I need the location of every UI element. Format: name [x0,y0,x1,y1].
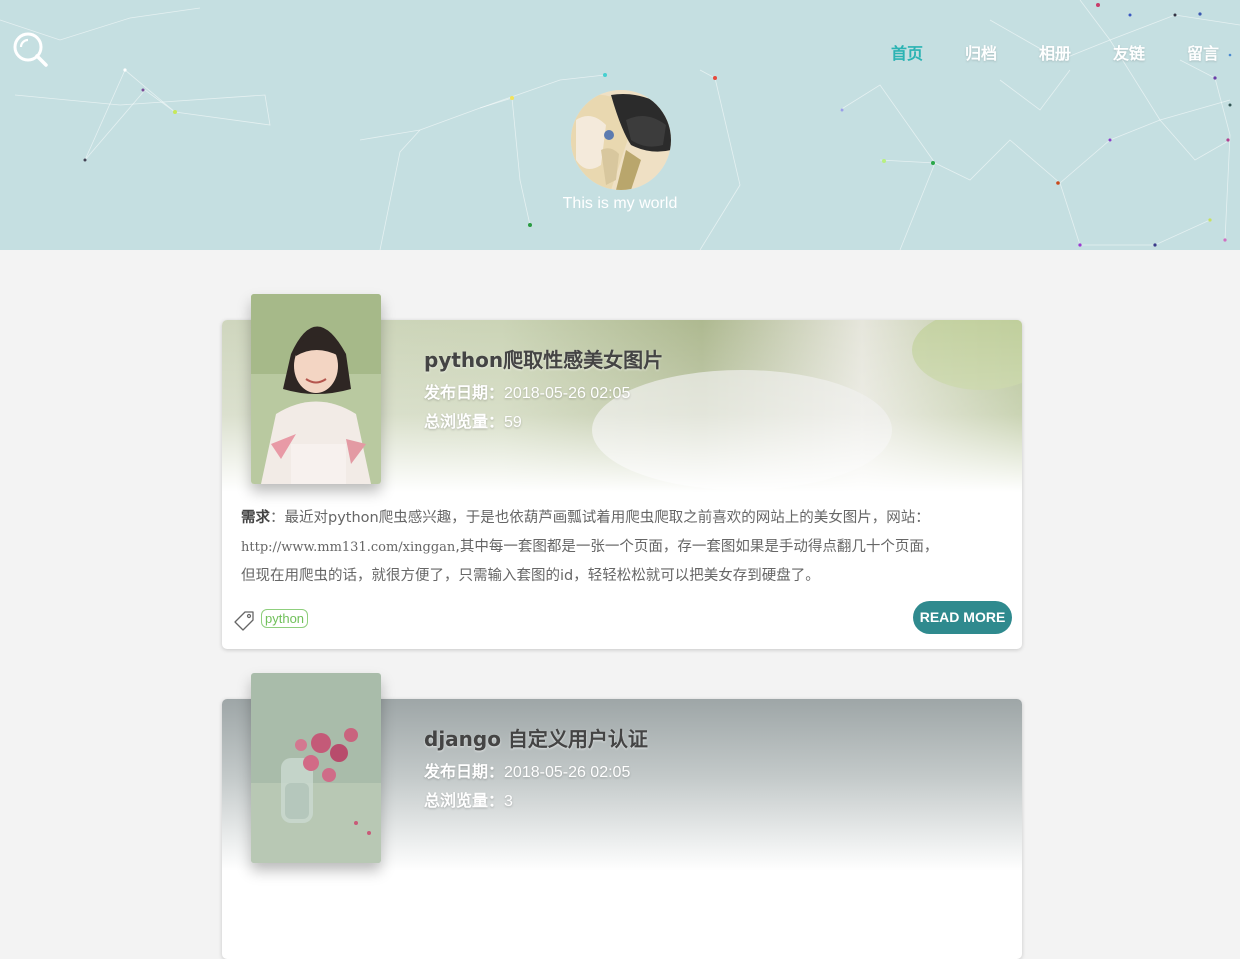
post-views-label: 总浏览量： [424,412,505,431]
excerpt-url: http://www.mm131.com/xinggan [241,539,456,555]
post-card: python爬取性感美女图片 发布日期：2018-05-26 02:05 总浏览… [222,294,1022,649]
nav-item-home[interactable]: 首页 [870,40,944,63]
post-views: 总浏览量：3 [424,787,513,811]
excerpt-bold: 需求 [241,510,270,526]
post-card: django 自定义用户认证 发布日期：2018-05-26 02:05 总浏览… [222,673,1022,959]
nav-item-archive[interactable]: 归档 [944,40,1018,63]
excerpt-line: 需求：最近对python爬虫感兴趣，于是也依葫芦画瓢试着用爬虫爬取之前喜欢的网站… [241,504,1011,533]
post-views-value: 59 [504,414,522,431]
avatar-image [571,90,671,190]
excerpt-line: http://www.mm131.com/xinggan,其中每一套图都是一张一… [241,533,1011,563]
nav-item-links[interactable]: 友链 [1092,40,1166,63]
post-date-label: 发布日期： [424,762,505,781]
excerpt-text: ,其中每一套图都是一张一个页面，存一套图如果是手动得点翻几十个页面， [455,538,939,555]
nav-item-album[interactable]: 相册 [1018,40,1092,63]
post-views: 总浏览量：59 [424,408,522,432]
nav-item-guestbook[interactable]: 留言 [1166,40,1240,63]
tag-icon [234,611,254,631]
post-title[interactable]: django 自定义用户认证 [424,723,648,752]
post-date: 发布日期：2018-05-26 02:05 [424,758,630,782]
read-more-button[interactable]: READ MORE [913,601,1012,634]
post-date-value: 2018-05-26 02:05 [504,764,631,781]
post-thumbnail[interactable] [251,294,381,484]
avatar[interactable] [571,90,671,190]
post-views-value: 3 [504,793,513,810]
post-excerpt: 需求：最近对python爬虫感兴趣，于是也依葫芦画瓢试着用爬虫爬取之前喜欢的网站… [241,504,1011,591]
post-title[interactable]: python爬取性感美女图片 [424,344,663,373]
post-date: 发布日期：2018-05-26 02:05 [424,379,630,403]
site-header: 首页 归档 相册 友链 留言 This is my world [0,0,1240,250]
search-icon [13,32,48,67]
excerpt-line: 但现在用爬虫的话，就很方便了，只需输入套图的id，轻轻松松就可以把美女存到硬盘了… [241,568,820,584]
main-nav: 首页 归档 相册 友链 留言 [870,40,1240,63]
post-thumbnail[interactable] [251,673,381,863]
post-date-label: 发布日期： [424,383,505,402]
search-button[interactable] [12,31,50,69]
post-tag[interactable]: python [261,609,309,628]
site-tagline: This is my world [562,195,678,212]
post-views-label: 总浏览量： [424,791,505,810]
excerpt-text: ：最近对python爬虫感兴趣，于是也依葫芦画瓢试着用爬虫爬取之前喜欢的网站上的… [270,510,930,526]
post-date-value: 2018-05-26 02:05 [504,385,631,402]
